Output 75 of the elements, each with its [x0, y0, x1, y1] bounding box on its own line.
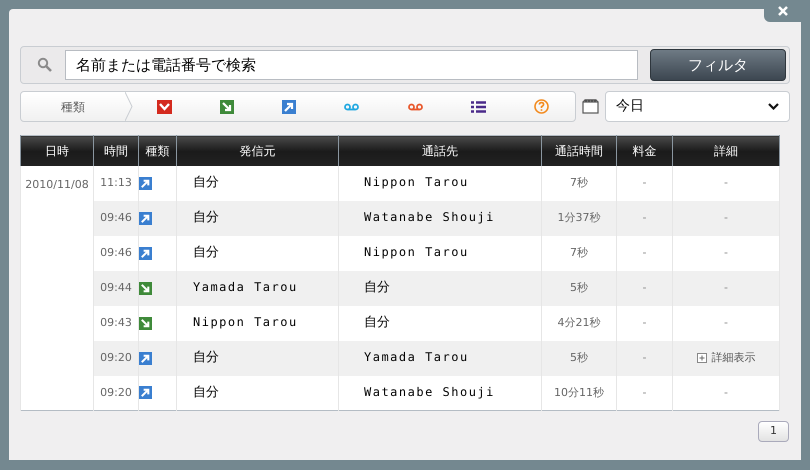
charge-cell: - — [642, 280, 646, 294]
charge-cell: - — [642, 350, 646, 364]
time-cell: 09:44 — [100, 280, 132, 294]
search-field[interactable]: 名前または電話番号で検索 — [65, 50, 638, 80]
column-header: 日時 — [45, 144, 69, 158]
duration-cell: 7秒 — [570, 246, 588, 259]
voicemail-icon[interactable] — [408, 102, 423, 110]
outgoing-call-icon — [139, 246, 152, 260]
chevron-down-icon — [768, 103, 779, 110]
caller-cell: 自分 — [193, 210, 219, 226]
calendar-icon — [582, 99, 599, 114]
column-header: 時間 — [104, 144, 128, 158]
duration-cell: 7秒 — [570, 176, 588, 189]
column-header: 通話先 — [422, 144, 458, 158]
callee-cell: 自分 — [364, 280, 390, 296]
voicemail-icon[interactable] — [344, 102, 360, 110]
callee-cell: Watanabe Shouji — [364, 210, 495, 224]
search-icon — [37, 57, 53, 73]
duration-cell: 10分11秒 — [554, 386, 604, 398]
incoming-call-icon — [139, 316, 152, 330]
column-header: 通話時間 — [555, 144, 603, 158]
charge-cell: - — [642, 176, 646, 189]
callee-cell: Nippon Tarou — [364, 175, 469, 190]
type-label: 種類 — [60, 98, 86, 116]
outgoing-call-icon — [139, 386, 152, 400]
caller-cell: Yamada Tarou — [193, 280, 298, 294]
detail-cell: - — [724, 246, 728, 259]
duration-cell: 1分37秒 — [558, 210, 600, 224]
caller-cell: 自分 — [193, 175, 219, 190]
page-button[interactable]: 1 — [758, 421, 789, 442]
filter-button[interactable]: フィルタ — [650, 49, 786, 81]
caller-cell: 自分 — [193, 350, 219, 366]
outgoing-call-icon — [139, 176, 152, 190]
detail-cell: - — [724, 280, 728, 294]
caller-cell: 自分 — [193, 245, 219, 260]
time-cell: 09:20 — [100, 386, 132, 398]
show-details-link[interactable]: 詳細表示 — [712, 350, 756, 366]
detail-cell: - — [724, 316, 728, 329]
time-cell: 09:43 — [100, 316, 132, 329]
duration-cell: 5秒 — [570, 350, 588, 364]
incoming-call-icon[interactable] — [220, 100, 234, 114]
time-cell: 11:13 — [100, 176, 132, 189]
close-icon — [778, 6, 788, 16]
duration-cell: 5秒 — [570, 280, 588, 294]
outgoing-call-icon[interactable] — [282, 100, 296, 114]
time-cell: 09:46 — [100, 246, 132, 259]
charge-cell: - — [642, 316, 646, 329]
caller-cell: Nippon Tarou — [193, 315, 298, 330]
incoming-call-icon — [139, 282, 152, 294]
outgoing-call-icon — [139, 212, 152, 224]
callee-cell: Nippon Tarou — [364, 245, 469, 260]
caller-cell: 自分 — [193, 385, 219, 400]
callee-cell: Yamada Tarou — [364, 350, 469, 364]
detail-cell: - — [724, 210, 728, 224]
charge-cell: - — [642, 246, 646, 259]
detail-cell: - — [724, 176, 728, 189]
charge-cell: - — [642, 210, 646, 224]
time-cell: 09:46 — [100, 210, 132, 224]
column-header: 種類 — [146, 144, 170, 158]
date-cell: 2010/11/08 — [25, 178, 89, 190]
time-cell: 09:20 — [100, 350, 132, 364]
list-icon[interactable] — [470, 100, 486, 112]
missed-call-icon[interactable] — [157, 100, 172, 114]
column-header: 料金 — [632, 144, 656, 158]
callee-cell: 自分 — [364, 315, 390, 330]
column-header: 発信元 — [240, 144, 276, 158]
expand-icon[interactable] — [696, 353, 706, 363]
charge-cell: - — [642, 386, 646, 398]
column-header: 詳細 — [714, 144, 738, 158]
duration-cell: 4分21秒 — [558, 316, 600, 329]
date-dropdown[interactable]: 今日 — [605, 91, 790, 122]
outgoing-call-icon — [139, 352, 152, 364]
callee-cell: Watanabe Shouji — [364, 385, 495, 399]
help-icon[interactable] — [534, 99, 549, 114]
detail-cell: - — [724, 386, 728, 398]
